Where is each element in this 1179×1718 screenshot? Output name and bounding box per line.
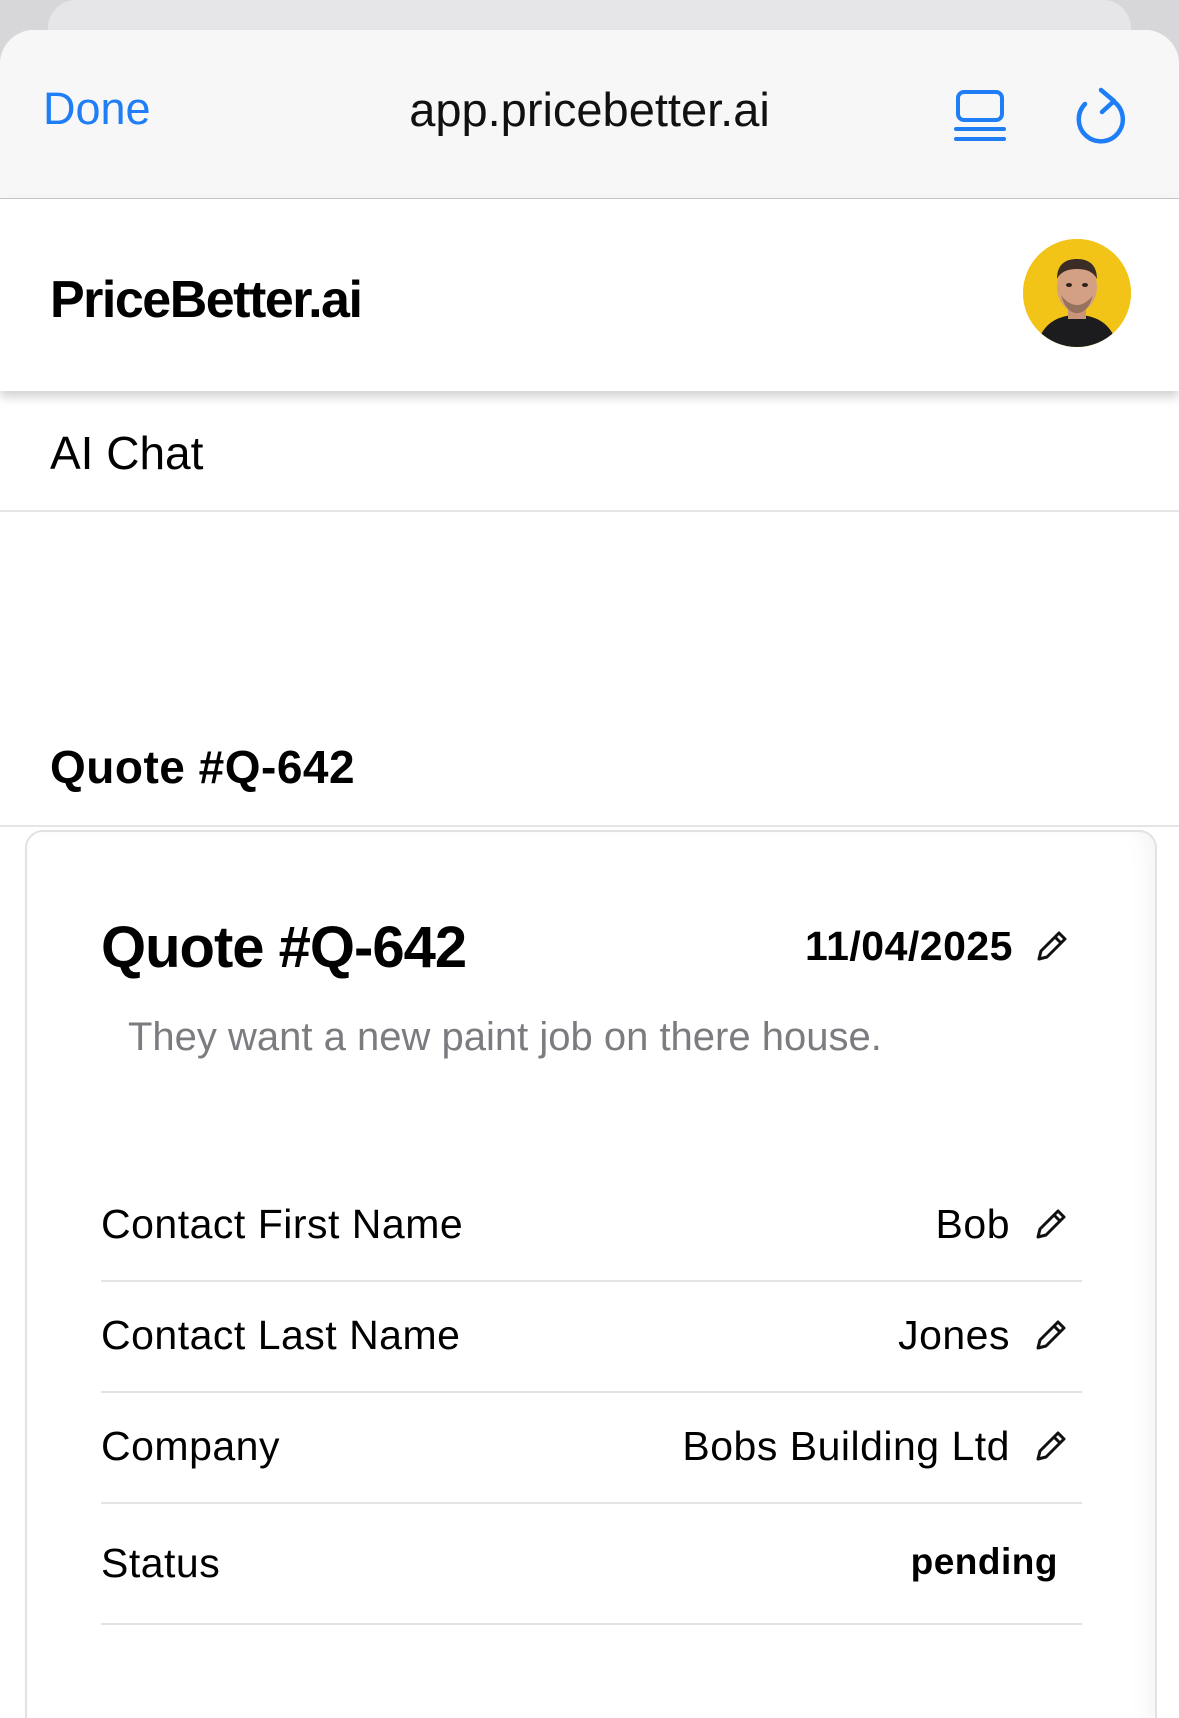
field-row-first-name[interactable]: Contact First Name Bob (101, 1172, 1082, 1282)
field-label: Status (101, 1540, 221, 1586)
field-row-last-name[interactable]: Contact Last Name Jones (101, 1283, 1082, 1393)
ai-chat-heading[interactable]: AI Chat (50, 430, 203, 476)
row-divider (101, 1280, 1082, 1282)
field-value: Jones (898, 1312, 1010, 1358)
quote-card-title: Quote #Q-642 (101, 915, 467, 980)
avatar-portrait-icon (1023, 239, 1131, 347)
row-divider (101, 1623, 1082, 1625)
edit-pencil-icon[interactable] (1032, 1316, 1070, 1354)
status-value[interactable]: pending (911, 1543, 1058, 1580)
browser-sheet: Done app.pricebetter.ai PriceBetter.ai A… (0, 30, 1179, 1718)
edit-date-pencil-icon[interactable] (1033, 927, 1071, 965)
quote-section-heading[interactable]: Quote #Q-642 (50, 744, 355, 790)
edit-pencil-icon[interactable] (1032, 1205, 1070, 1243)
user-avatar[interactable] (1023, 239, 1131, 347)
edit-pencil-icon[interactable] (1032, 1427, 1070, 1465)
reload-icon[interactable] (1072, 84, 1130, 146)
quote-date: 11/04/2025 (805, 923, 1013, 969)
browser-toolbar: Done app.pricebetter.ai (0, 30, 1179, 199)
brand-title[interactable]: PriceBetter.ai (50, 274, 363, 326)
divider (0, 825, 1179, 827)
field-row-status[interactable]: Status pending (101, 1505, 1082, 1625)
field-value: Bobs Building Ltd (682, 1423, 1010, 1469)
row-divider (101, 1502, 1082, 1504)
app-header: PriceBetter.ai (0, 199, 1179, 391)
field-label: Company (101, 1423, 280, 1469)
divider (0, 510, 1179, 512)
field-label: Contact Last Name (101, 1312, 461, 1358)
row-divider (101, 1391, 1082, 1393)
quote-card: Quote #Q-642 11/04/2025 They want a new … (25, 830, 1157, 1718)
reader-mode-icon[interactable] (952, 88, 1008, 144)
field-row-company[interactable]: Company Bobs Building Ltd (101, 1394, 1082, 1504)
field-value: Bob (935, 1201, 1010, 1247)
field-label: Contact First Name (101, 1201, 464, 1247)
quote-description: They want a new paint job on there house… (128, 1015, 882, 1059)
